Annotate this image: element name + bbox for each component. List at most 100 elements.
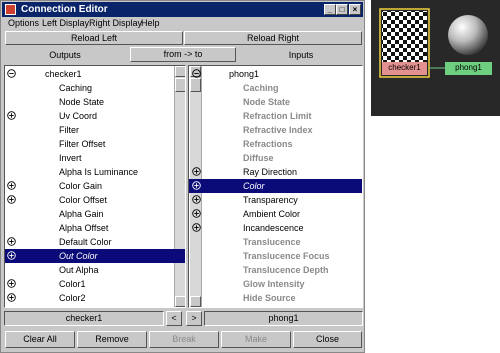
list-item-label: Out Color [59,251,98,261]
list-item-label: Color Gain [59,181,103,191]
list-item-label: Alpha Offset [59,223,109,233]
list-item[interactable]: Transparency [189,193,362,207]
list-item[interactable]: Color Gain [5,179,185,193]
list-item[interactable]: Filter Offset [5,137,185,151]
list-item[interactable]: Node State [189,95,362,109]
list-item-label: Node State [243,97,291,107]
break-button[interactable]: Break [149,331,219,348]
list-item[interactable]: Incandescence [189,221,362,235]
outputs-list[interactable]: checker1 Caching Node State Uv Coord Filter F… [4,65,186,308]
expand-icon[interactable] [192,209,201,218]
list-item-label: Transparency [243,195,298,205]
list-item-label: Color2 [59,293,86,303]
expand-icon[interactable] [7,111,16,120]
list-item[interactable]: Caching [5,81,185,95]
list-item[interactable]: Uv Coord [5,109,185,123]
expand-icon[interactable] [7,279,16,288]
list-item[interactable]: Refractive Index [189,123,362,137]
list-item-label: phong1 [229,69,260,79]
list-item-label: Incandescence [243,223,304,233]
list-item[interactable]: Color1 [5,277,185,291]
expand-icon[interactable] [7,195,16,204]
checker-swatch-icon [382,11,427,62]
make-button[interactable]: Make [221,331,291,348]
expand-icon[interactable] [7,181,16,190]
list-item[interactable]: Default Color [5,235,185,249]
inputs-header: Inputs [288,50,314,60]
collapse-icon[interactable] [7,69,16,78]
list-item[interactable]: Refraction Limit [189,109,362,123]
list-item-label: Diffuse [243,153,274,163]
reload-left-button[interactable]: Reload Left [5,31,183,45]
prev-node-button[interactable]: < [166,311,182,326]
menu-help[interactable]: Help [141,18,160,28]
app-icon [5,4,16,15]
list-item-label: Translucence [243,237,301,247]
list-item-label: Ambient Color [243,209,301,219]
list-item-label: Node State [59,97,105,107]
list-item[interactable]: Out Color [5,249,185,263]
list-item-label: Refractions [243,139,293,149]
list-item[interactable]: Diffuse [189,151,362,165]
list-item-label: Refractive Index [243,125,313,135]
inputs-list[interactable]: phong1 Caching Node State Refraction Limit R… [188,65,363,308]
list-item[interactable]: Alpha Gain [5,207,185,221]
list-item[interactable]: Alpha Offset [5,221,185,235]
remove-button[interactable]: Remove [77,331,147,348]
collapse-icon[interactable] [192,69,201,78]
list-item-label: Alpha Gain [59,209,104,219]
list-item[interactable]: Node State [5,95,185,109]
outputs-header: Outputs [49,50,81,60]
list-item[interactable]: Translucence [189,235,362,249]
list-item-label: Invert [59,153,82,163]
maximize-button[interactable]: □ [336,4,348,15]
list-item[interactable]: Color [189,179,362,193]
list-item-label: Uv Coord [59,111,98,121]
list-item[interactable]: Translucence Depth [189,263,362,277]
list-item[interactable]: Translucence Focus [189,249,362,263]
list-item[interactable]: Glow Intensity [189,277,362,291]
title-bar[interactable]: Connection Editor _ □ × [2,2,363,17]
expand-icon[interactable] [192,167,201,176]
list-item[interactable]: Color2 [5,291,185,305]
close-button[interactable]: Close [293,331,362,348]
list-item[interactable]: Ray Direction [189,165,362,179]
list-item[interactable]: Color Offset [5,193,185,207]
reload-right-button[interactable]: Reload Right [184,31,362,45]
checker1-node-label: checker1 [388,63,421,72]
menu-left-display[interactable]: Left Display [42,18,89,28]
list-item[interactable]: Hide Source [189,291,362,305]
list-item[interactable]: Caching [189,81,362,95]
list-item[interactable]: Out Alpha [5,263,185,277]
list-item[interactable]: Ambient Color [189,207,362,221]
expand-icon[interactable] [7,251,16,260]
list-item[interactable]: phong1 [189,67,362,81]
menu-options[interactable]: Options [8,18,39,28]
sphere-swatch-icon [448,15,488,55]
next-node-button[interactable]: > [186,311,202,326]
hypergraph-panel: checker1 phong1 [371,0,500,116]
list-item-label: Caching [59,83,93,93]
clear-all-button[interactable]: Clear All [5,331,75,348]
list-item-label: Translucence Depth [243,265,329,275]
list-item-label: Out Alpha [59,265,99,275]
list-item-label: Caching [243,83,279,93]
list-item-label: Color [243,181,265,191]
list-item[interactable]: Refractions [189,137,362,151]
expand-icon[interactable] [7,293,16,302]
list-item-label: Filter [59,125,79,135]
list-item[interactable]: checker1 [5,67,185,81]
phong1-node-label: phong1 [455,63,482,72]
right-node-name: phong1 [204,311,363,326]
list-item[interactable]: Alpha Is Luminance [5,165,185,179]
expand-icon[interactable] [7,237,16,246]
list-item[interactable]: Invert [5,151,185,165]
close-window-button[interactable]: × [349,4,361,15]
expand-icon[interactable] [192,223,201,232]
menu-right-display[interactable]: Right Display [89,18,142,28]
list-item[interactable]: Filter [5,123,185,137]
minimize-button[interactable]: _ [324,4,336,15]
expand-icon[interactable] [192,195,201,204]
from-to-button[interactable]: from -> to [130,47,236,62]
expand-icon[interactable] [192,181,201,190]
